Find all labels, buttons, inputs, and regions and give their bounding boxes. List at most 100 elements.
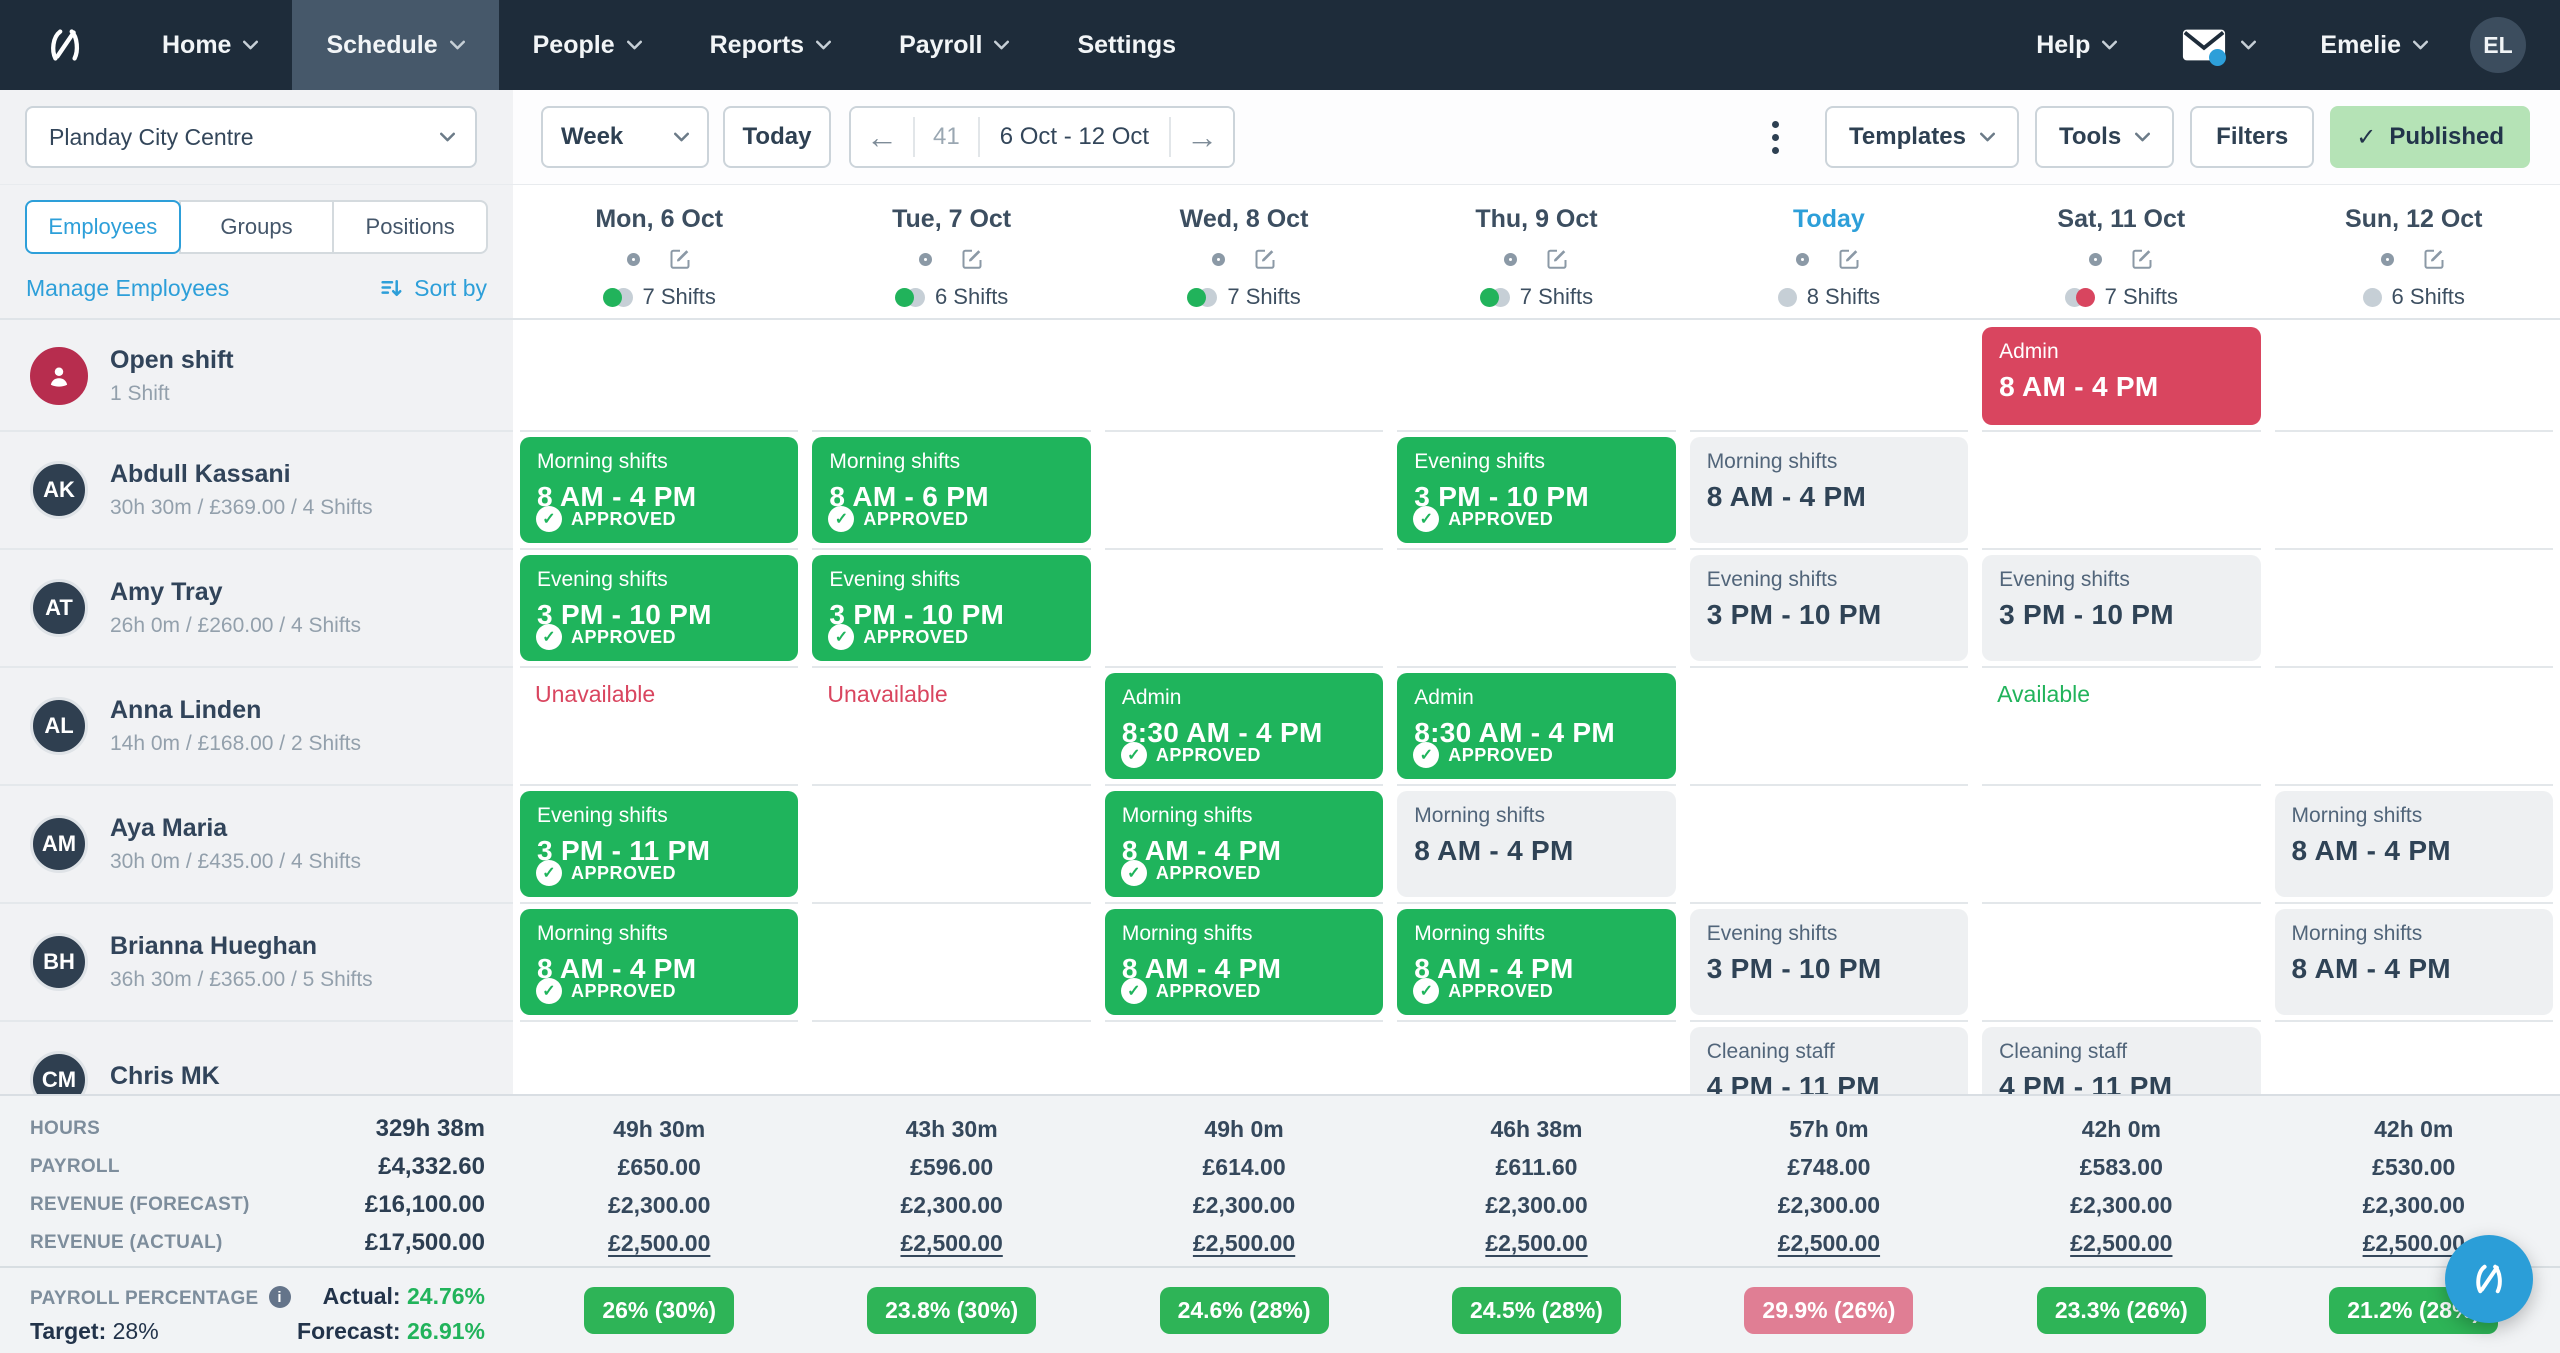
shift-cell-empty[interactable] — [1105, 430, 1383, 548]
shift-cell-empty[interactable] — [2275, 548, 2553, 666]
shift-cell[interactable]: Morning shifts 8 AM - 4 PM — [1397, 784, 1675, 902]
employee-cell[interactable]: AK Abdull Kassani 30h 30m / £369.00 / 4 … — [0, 430, 513, 548]
shift-card[interactable]: Admin 8:30 AM - 4 PM ✓ APPROVED — [1397, 673, 1675, 779]
shift-cell[interactable]: Evening shifts 3 PM - 10 PM ✓ APPROVED — [812, 548, 1090, 666]
employee-cell[interactable]: AM Aya Maria 30h 0m / £435.00 / 4 Shifts — [0, 784, 513, 902]
shift-cell-empty[interactable] — [1690, 320, 1968, 430]
user-menu[interactable]: Emelie — [2286, 31, 2462, 60]
shift-cell[interactable]: Morning shifts 8 AM - 4 PM — [2275, 902, 2553, 1020]
shift-cell-empty[interactable] — [2275, 320, 2553, 430]
day-shift-summary[interactable]: 7 Shifts — [1390, 284, 1682, 310]
shift-card[interactable]: Admin 8:30 AM - 4 PM ✓ APPROVED — [1105, 673, 1383, 779]
more-options-icon[interactable] — [1762, 111, 1789, 164]
nav-payroll[interactable]: Payroll — [865, 0, 1043, 90]
tab-positions[interactable]: Positions — [332, 200, 488, 254]
shift-card[interactable]: Evening shifts 3 PM - 11 PM ✓ APPROVED — [520, 791, 798, 897]
shift-cell[interactable]: Morning shifts 8 AM - 4 PM — [2275, 784, 2553, 902]
shift-cell[interactable]: Admin 8 AM - 4 PM — [1982, 320, 2260, 430]
shift-cell[interactable]: Evening shifts 3 PM - 10 PM — [1690, 548, 1968, 666]
shift-cell[interactable]: Evening shifts 3 PM - 10 PM ✓ APPROVED — [520, 548, 798, 666]
shift-cell[interactable]: Unavailable — [812, 666, 1090, 784]
user-avatar[interactable]: EL — [2470, 17, 2526, 73]
edit-icon[interactable] — [2130, 247, 2154, 271]
templates-button[interactable]: Templates — [1825, 106, 2019, 168]
shift-cell[interactable]: Morning shifts 8 AM - 4 PM ✓ APPROVED — [1397, 902, 1675, 1020]
shift-cell-empty[interactable] — [812, 902, 1090, 1020]
shift-cell[interactable]: Evening shifts 3 PM - 10 PM — [1690, 902, 1968, 1020]
edit-icon[interactable] — [960, 247, 984, 271]
shift-card[interactable]: Evening shifts 3 PM - 10 PM — [1690, 555, 1968, 661]
planday-logo[interactable] — [0, 0, 128, 90]
manage-employees-link[interactable]: Manage Employees — [26, 275, 229, 302]
day-revenue-actual[interactable]: £2,500.00 — [1098, 1224, 1390, 1262]
visibility-icon[interactable] — [2381, 253, 2394, 266]
employee-cell[interactable]: BH Brianna Hueghan 36h 30m / £365.00 / 5… — [0, 902, 513, 1020]
edit-icon[interactable] — [668, 247, 692, 271]
shift-cell[interactable]: Evening shifts 3 PM - 10 PM — [1982, 548, 2260, 666]
nav-reports[interactable]: Reports — [676, 0, 865, 90]
day-shift-summary[interactable]: 6 Shifts — [2268, 284, 2560, 310]
prev-week-button[interactable]: ← — [851, 108, 913, 166]
day-shift-summary[interactable]: 7 Shifts — [1098, 284, 1390, 310]
employee-cell[interactable]: AL Anna Linden 14h 0m / £168.00 / 2 Shif… — [0, 666, 513, 784]
day-revenue-actual[interactable]: £2,500.00 — [1683, 1224, 1975, 1262]
nav-people[interactable]: People — [499, 0, 676, 90]
shift-cell-empty[interactable] — [812, 784, 1090, 902]
planday-fab-button[interactable] — [2445, 1235, 2533, 1323]
shift-card[interactable]: Evening shifts 3 PM - 10 PM — [1690, 909, 1968, 1015]
shift-cell[interactable]: Morning shifts 8 AM - 4 PM ✓ APPROVED — [1105, 784, 1383, 902]
sort-by-button[interactable]: Sort by — [379, 275, 487, 302]
shift-cell[interactable]: Morning shifts 8 AM - 6 PM ✓ APPROVED — [812, 430, 1090, 548]
shift-card[interactable]: Morning shifts 8 AM - 4 PM — [1397, 791, 1675, 897]
shift-card[interactable]: Evening shifts 3 PM - 10 PM ✓ APPROVED — [1397, 437, 1675, 543]
edit-icon[interactable] — [2422, 247, 2446, 271]
shift-cell[interactable]: Unavailable — [520, 666, 798, 784]
day-shift-summary[interactable]: 7 Shifts — [513, 284, 805, 310]
visibility-icon[interactable] — [2089, 253, 2102, 266]
shift-card[interactable]: Evening shifts 3 PM - 10 PM ✓ APPROVED — [520, 555, 798, 661]
shift-cell-empty[interactable] — [1105, 548, 1383, 666]
shift-card[interactable]: Evening shifts 3 PM - 10 PM — [1982, 555, 2260, 661]
tab-employees[interactable]: Employees — [25, 200, 181, 254]
nav-settings[interactable]: Settings — [1043, 0, 1210, 90]
tab-groups[interactable]: Groups — [179, 200, 335, 254]
shift-card[interactable]: Admin 8 AM - 4 PM — [1982, 327, 2260, 425]
shift-cell[interactable]: Morning shifts 8 AM - 4 PM — [1690, 430, 1968, 548]
day-shift-summary[interactable]: 7 Shifts — [1975, 284, 2267, 310]
shift-cell-empty[interactable] — [1690, 666, 1968, 784]
shift-cell-empty[interactable] — [1982, 430, 2260, 548]
shift-cell-empty[interactable] — [1397, 548, 1675, 666]
filters-button[interactable]: Filters — [2190, 106, 2314, 168]
shift-card[interactable]: Morning shifts 8 AM - 4 PM ✓ APPROVED — [1105, 909, 1383, 1015]
shift-cell[interactable]: Morning shifts 8 AM - 4 PM ✓ APPROVED — [520, 430, 798, 548]
day-revenue-actual[interactable]: £2,500.00 — [1975, 1224, 2267, 1262]
shift-cell-empty[interactable] — [1690, 784, 1968, 902]
shift-cell[interactable]: Admin 8:30 AM - 4 PM ✓ APPROVED — [1397, 666, 1675, 784]
info-icon[interactable]: i — [269, 1286, 291, 1308]
day-revenue-actual[interactable]: £2,500.00 — [1390, 1224, 1682, 1262]
shift-cell[interactable]: Morning shifts 8 AM - 4 PM ✓ APPROVED — [520, 902, 798, 1020]
view-select[interactable]: Week — [541, 106, 709, 168]
shift-card[interactable]: Morning shifts 8 AM - 4 PM ✓ APPROVED — [1105, 791, 1383, 897]
visibility-icon[interactable] — [919, 253, 932, 266]
tools-button[interactable]: Tools — [2035, 106, 2174, 168]
day-shift-summary[interactable]: 6 Shifts — [805, 284, 1097, 310]
shift-card[interactable]: Morning shifts 8 AM - 4 PM ✓ APPROVED — [520, 909, 798, 1015]
day-revenue-actual[interactable]: £2,500.00 — [805, 1224, 1097, 1262]
nav-schedule[interactable]: Schedule — [292, 0, 498, 90]
day-revenue-actual[interactable]: £2,500.00 — [513, 1224, 805, 1262]
visibility-icon[interactable] — [1212, 253, 1225, 266]
next-week-button[interactable]: → — [1171, 108, 1233, 166]
shift-cell-empty[interactable] — [1982, 784, 2260, 902]
shift-cell-empty[interactable] — [2275, 666, 2553, 784]
shift-cell-empty[interactable] — [1397, 320, 1675, 430]
shift-cell-empty[interactable] — [520, 320, 798, 430]
shift-cell[interactable]: Available — [1982, 666, 2260, 784]
shift-cell[interactable]: Evening shifts 3 PM - 11 PM ✓ APPROVED — [520, 784, 798, 902]
shift-cell-empty[interactable] — [1105, 320, 1383, 430]
edit-icon[interactable] — [1545, 247, 1569, 271]
department-select[interactable]: Planday City Centre — [25, 106, 477, 168]
shift-cell-empty[interactable] — [2275, 430, 2553, 548]
nav-home[interactable]: Home — [128, 0, 292, 90]
edit-icon[interactable] — [1253, 247, 1277, 271]
